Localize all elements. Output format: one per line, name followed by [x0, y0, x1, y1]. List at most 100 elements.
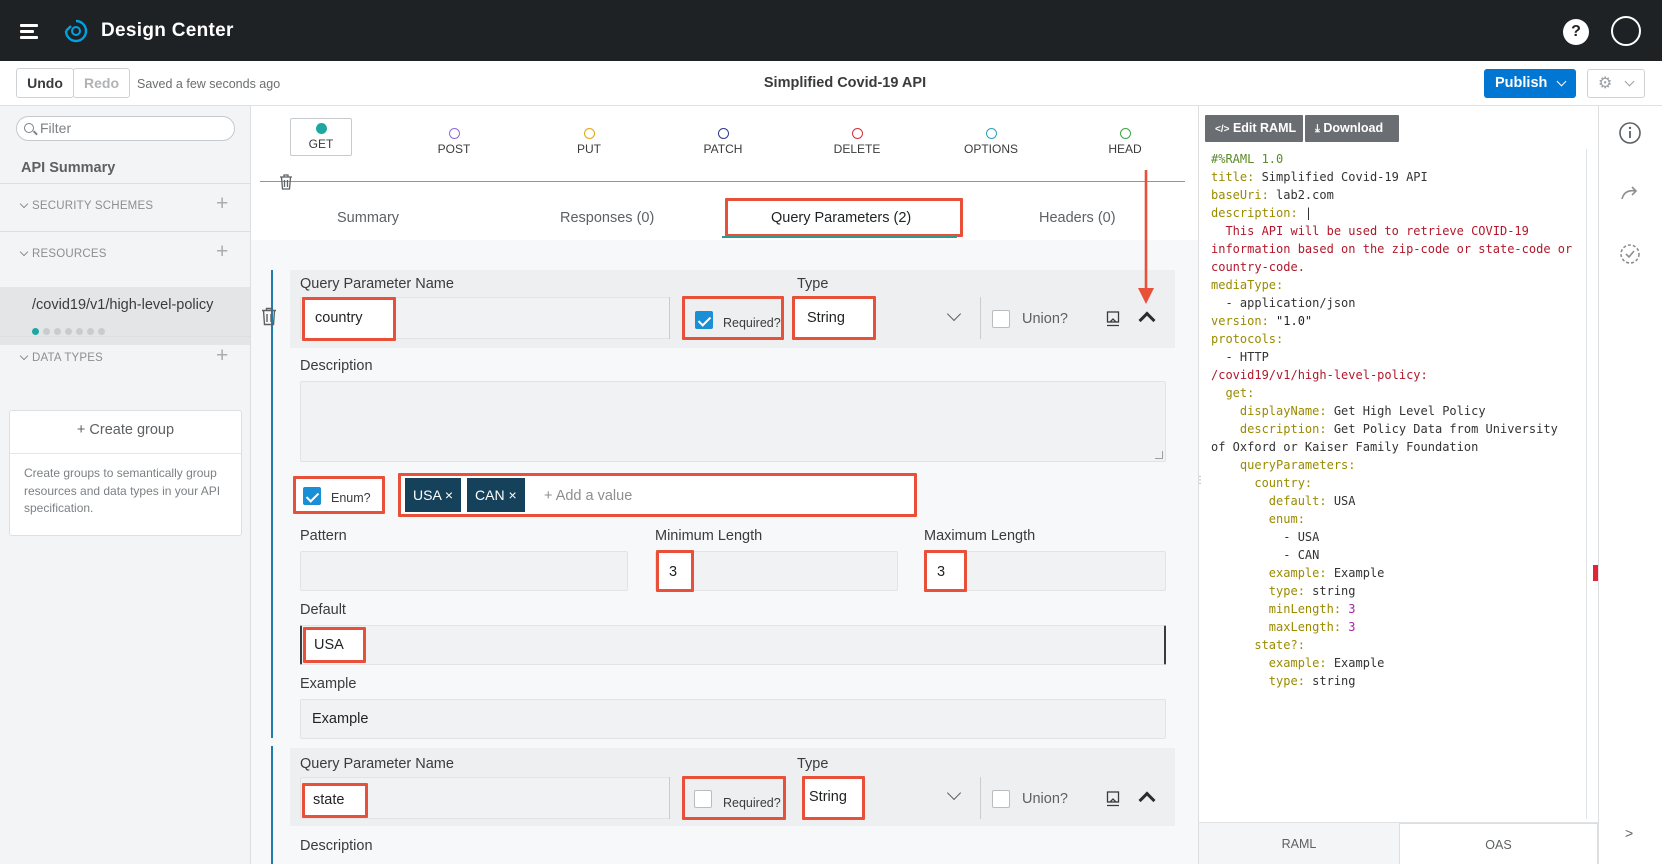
required-checkbox[interactable] — [694, 790, 712, 808]
required-checkbox-group[interactable]: Required? — [682, 776, 786, 820]
raml-line: description: Get Policy Data from Univer… — [1239, 422, 1558, 436]
tab-responses[interactable]: Responses (0) — [560, 210, 654, 226]
add-data-type-icon[interactable]: + — [216, 344, 228, 368]
edit-raml-button[interactable]: </> Edit RAML — [1205, 115, 1303, 142]
expand-rail-icon[interactable]: > — [1625, 825, 1633, 841]
security-schemes-header[interactable]: SECURITY SCHEMES — [19, 199, 153, 212]
union-checkbox[interactable] — [992, 310, 1010, 328]
union-label: Union? — [1022, 311, 1068, 327]
required-checkbox[interactable] — [695, 311, 713, 329]
chevron-down-icon — [19, 199, 29, 209]
method-put-dot — [583, 128, 595, 139]
enum-tag-can: CAN × — [467, 478, 525, 512]
delete-method-icon[interactable] — [279, 174, 293, 195]
tab-raml[interactable]: RAML — [1199, 823, 1399, 864]
min-length-input[interactable]: 3 — [656, 550, 694, 592]
raml-line: information based on the zip-code or sta… — [1211, 242, 1573, 256]
publish-button[interactable]: Publish — [1484, 69, 1576, 98]
tab-summary[interactable]: Summary — [337, 210, 399, 226]
type-select[interactable]: String — [792, 296, 982, 340]
raml-code-view[interactable]: #%RAML 1.0 title: Simplified Covid-19 API… — [1211, 150, 1591, 690]
examples-icon[interactable] — [1106, 311, 1120, 332]
method-options[interactable]: OPTIONS — [961, 128, 1021, 156]
type-value: String — [809, 789, 847, 805]
redo-button[interactable]: Redo — [73, 68, 130, 98]
delete-param-icon[interactable] — [261, 307, 277, 331]
method-put-label: PUT — [577, 142, 601, 156]
enum-checkbox-group[interactable]: Enum? — [293, 476, 385, 514]
create-group-button[interactable]: + Create group — [10, 422, 241, 438]
max-length-input[interactable]: 3 — [924, 550, 967, 592]
method-get[interactable]: GET — [290, 118, 352, 156]
param-name-input[interactable]: state — [302, 783, 368, 818]
settings-dropdown-button[interactable]: ⚙ — [1587, 69, 1645, 98]
chevron-down-icon — [19, 351, 29, 361]
undo-button[interactable]: Undo — [16, 68, 74, 98]
type-select[interactable]: String — [802, 776, 982, 820]
download-label: Download — [1323, 121, 1384, 135]
enum-values-input[interactable]: USA × CAN × + Add a value — [398, 473, 917, 517]
resize-handle-icon[interactable] — [1155, 451, 1163, 459]
raml-scrollbar[interactable] — [1586, 149, 1587, 819]
panel-resize-handle[interactable]: ⋮ — [1195, 475, 1205, 486]
governance-icon[interactable] — [1618, 242, 1642, 266]
method-delete[interactable]: DELETE — [827, 128, 887, 156]
method-get-dot — [315, 123, 327, 134]
add-resource-icon[interactable]: + — [216, 240, 228, 264]
raml-line: queryParameters: — [1239, 458, 1356, 472]
min-length-value: 3 — [669, 564, 678, 580]
divider — [0, 231, 250, 232]
filter-input[interactable]: Filter — [16, 116, 235, 141]
method-put[interactable]: PUT — [559, 128, 619, 156]
code-icon: </> — [1215, 124, 1230, 135]
download-button[interactable]: ⤓ Download — [1305, 115, 1399, 142]
left-sidebar: Filter API Summary SECURITY SCHEMES + RE… — [0, 106, 251, 864]
example-value: Example — [312, 711, 369, 727]
method-patch[interactable]: PATCH — [693, 128, 753, 156]
examples-icon[interactable] — [1106, 791, 1120, 812]
api-summary-link[interactable]: API Summary — [21, 160, 115, 176]
share-icon[interactable] — [1618, 182, 1642, 206]
data-types-header[interactable]: DATA TYPES — [19, 351, 103, 364]
raml-line: of Oxford or Kaiser Family Foundation — [1211, 440, 1479, 454]
enum-tag-label: USA — [413, 487, 442, 503]
pattern-input[interactable] — [300, 551, 628, 591]
tab-headers[interactable]: Headers (0) — [1039, 210, 1116, 226]
divider — [10, 453, 241, 454]
resources-header[interactable]: RESOURCES — [19, 247, 107, 260]
method-head[interactable]: HEAD — [1095, 128, 1155, 156]
menu-icon[interactable] — [20, 22, 42, 40]
raml-line: minLength: 3 — [1268, 602, 1356, 616]
divider — [0, 183, 250, 184]
info-icon[interactable] — [1618, 121, 1642, 145]
raml-line: description: | — [1211, 206, 1313, 220]
required-checkbox-group[interactable]: Required? — [682, 296, 784, 340]
filter-placeholder: Filter — [40, 120, 72, 136]
raml-line: type: string — [1268, 674, 1356, 688]
union-checkbox[interactable] — [992, 790, 1010, 808]
example-input[interactable]: Example — [300, 699, 1166, 739]
tab-query-parameters[interactable]: Query Parameters (2) — [771, 210, 911, 226]
chevron-down-icon — [19, 247, 29, 257]
raml-line: displayName: Get High Level Policy — [1239, 404, 1486, 418]
method-patch-label: PATCH — [703, 142, 743, 156]
gear-icon: ⚙ — [1598, 75, 1613, 92]
description-textarea[interactable] — [300, 381, 1166, 462]
raml-line: This API will be used to retrieve COVID-… — [1211, 224, 1529, 238]
divider — [669, 297, 670, 339]
required-label: Required? — [723, 796, 781, 810]
tab-oas[interactable]: OAS — [1399, 823, 1598, 864]
method-post[interactable]: POST — [424, 128, 484, 156]
description-label: Description — [300, 358, 373, 374]
param-name-input[interactable]: country — [302, 297, 396, 341]
avatar[interactable] — [1611, 16, 1641, 46]
raml-line: /covid19/v1/high-level-policy: — [1211, 368, 1428, 382]
remove-tag-icon[interactable]: × — [445, 487, 453, 503]
method-head-label: HEAD — [1108, 142, 1142, 156]
enum-checkbox[interactable] — [303, 487, 321, 505]
raml-line: example: Example — [1268, 566, 1385, 580]
help-icon[interactable]: ? — [1563, 19, 1589, 45]
default-input[interactable]: USA — [303, 627, 366, 663]
add-security-scheme-icon[interactable]: + — [216, 192, 228, 216]
remove-tag-icon[interactable]: × — [508, 487, 516, 503]
